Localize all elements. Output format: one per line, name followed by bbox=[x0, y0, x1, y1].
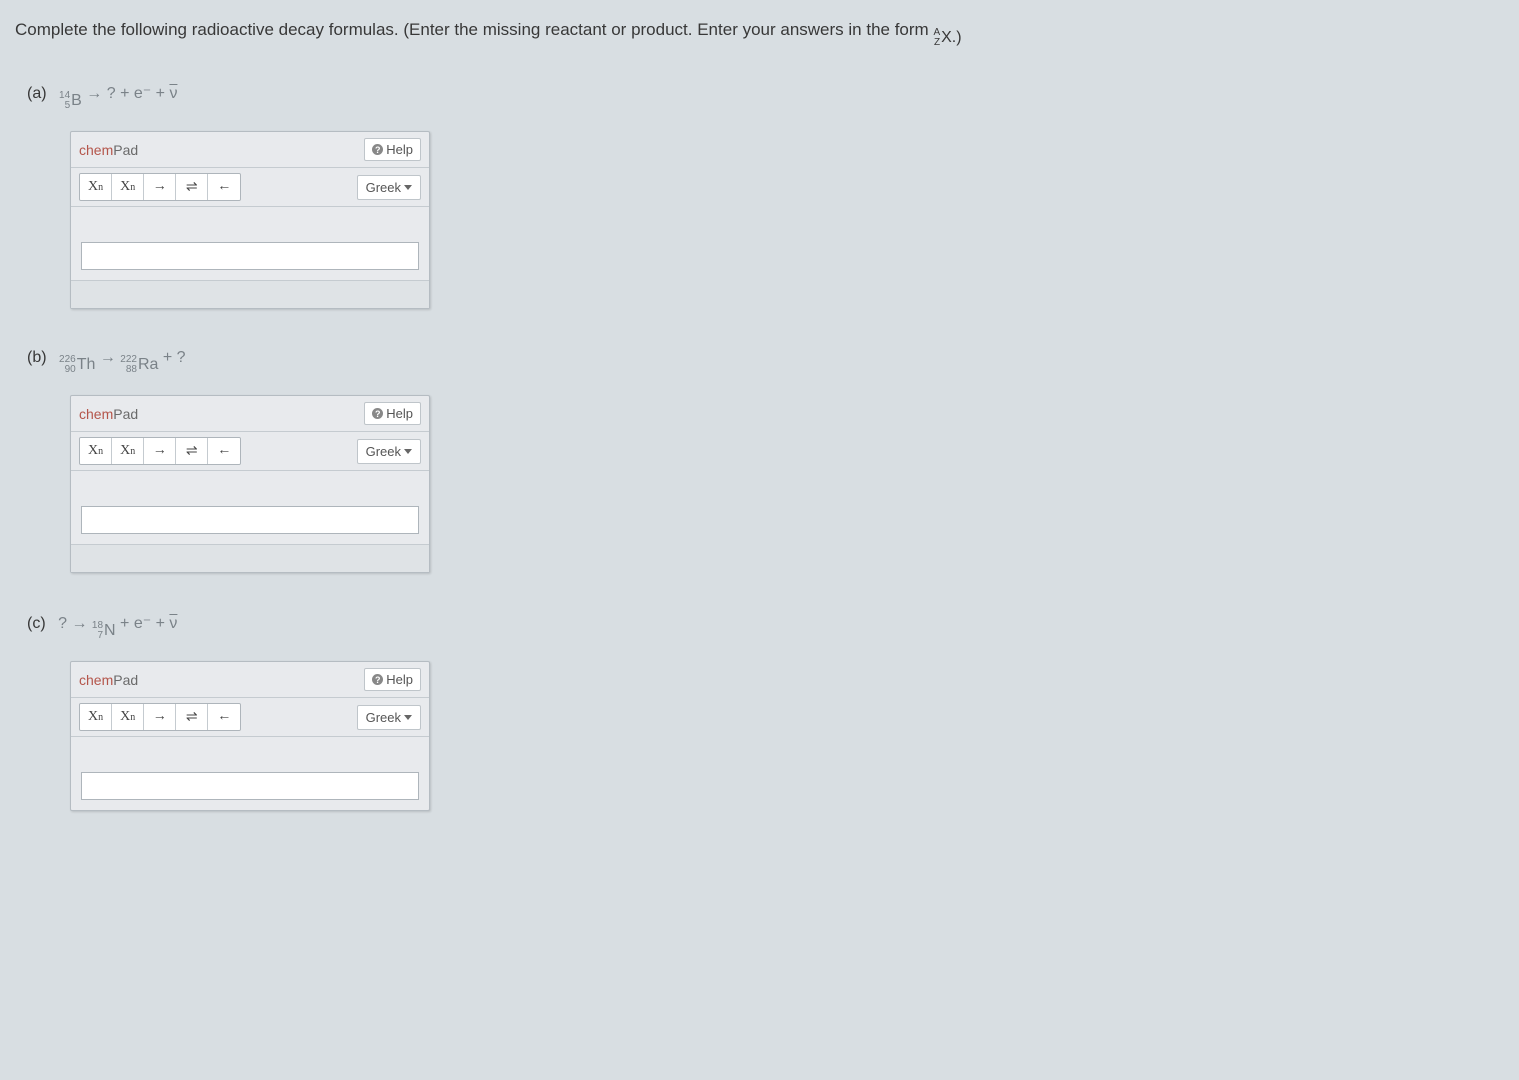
chevron-down-icon bbox=[404, 449, 412, 454]
help-icon: ? bbox=[372, 674, 383, 685]
subscript-button[interactable]: Xn bbox=[80, 438, 112, 464]
greek-dropdown[interactable]: Greek bbox=[357, 175, 421, 200]
answer-input-b[interactable] bbox=[81, 506, 419, 534]
subscript-button[interactable]: Xn bbox=[80, 174, 112, 200]
problem-b: (b) 226 90 Th → 222 88 Ra + ? chemPad ? … bbox=[15, 349, 1504, 573]
equation-b: (b) 226 90 Th → 222 88 Ra + ? bbox=[15, 349, 1504, 375]
arrow-right-button[interactable]: → bbox=[144, 174, 176, 200]
chevron-down-icon bbox=[404, 185, 412, 190]
chempad-title: chemPad bbox=[79, 406, 138, 422]
superscript-button[interactable]: Xn bbox=[112, 438, 144, 464]
arrow-equil-button[interactable]: ⇌ bbox=[176, 174, 208, 200]
equation-c: (c) ? → 18 7 N + e⁻ + ν bbox=[15, 613, 1504, 641]
equation-a: (a) 14 5 B → ? + e⁻ + ν bbox=[15, 83, 1504, 111]
chempad-title: chemPad bbox=[79, 672, 138, 688]
answer-input-c[interactable] bbox=[81, 772, 419, 800]
arrow-right-button[interactable]: → bbox=[144, 704, 176, 730]
chevron-down-icon bbox=[404, 715, 412, 720]
subscript-button[interactable]: Xn bbox=[80, 704, 112, 730]
chempad-widget: chemPad ? Help Xn Xn → ⇌ ← Greek bbox=[70, 131, 430, 309]
problem-c: (c) ? → 18 7 N + e⁻ + ν chemPad ? Help X… bbox=[15, 613, 1504, 811]
arrow-left-button[interactable]: ← bbox=[208, 704, 240, 730]
chempad-widget: chemPad ? Help Xn Xn → ⇌ ← Greek bbox=[70, 661, 430, 811]
arrow-equil-button[interactable]: ⇌ bbox=[176, 438, 208, 464]
help-button[interactable]: ? Help bbox=[364, 138, 421, 161]
arrow-right-button[interactable]: → bbox=[144, 438, 176, 464]
help-button[interactable]: ? Help bbox=[364, 402, 421, 425]
arrow-left-button[interactable]: ← bbox=[208, 438, 240, 464]
superscript-button[interactable]: Xn bbox=[112, 704, 144, 730]
superscript-button[interactable]: Xn bbox=[112, 174, 144, 200]
arrow-equil-button[interactable]: ⇌ bbox=[176, 704, 208, 730]
answer-input-a[interactable] bbox=[81, 242, 419, 270]
arrow-left-button[interactable]: ← bbox=[208, 174, 240, 200]
problem-a: (a) 14 5 B → ? + e⁻ + ν chemPad ? Help X… bbox=[15, 83, 1504, 309]
greek-dropdown[interactable]: Greek bbox=[357, 439, 421, 464]
instruction-text: Complete the following radioactive decay… bbox=[15, 20, 1504, 48]
help-icon: ? bbox=[372, 408, 383, 419]
help-button[interactable]: ? Help bbox=[364, 668, 421, 691]
greek-dropdown[interactable]: Greek bbox=[357, 705, 421, 730]
chempad-widget: chemPad ? Help Xn Xn → ⇌ ← Greek bbox=[70, 395, 430, 573]
help-icon: ? bbox=[372, 144, 383, 155]
chempad-title: chemPad bbox=[79, 142, 138, 158]
